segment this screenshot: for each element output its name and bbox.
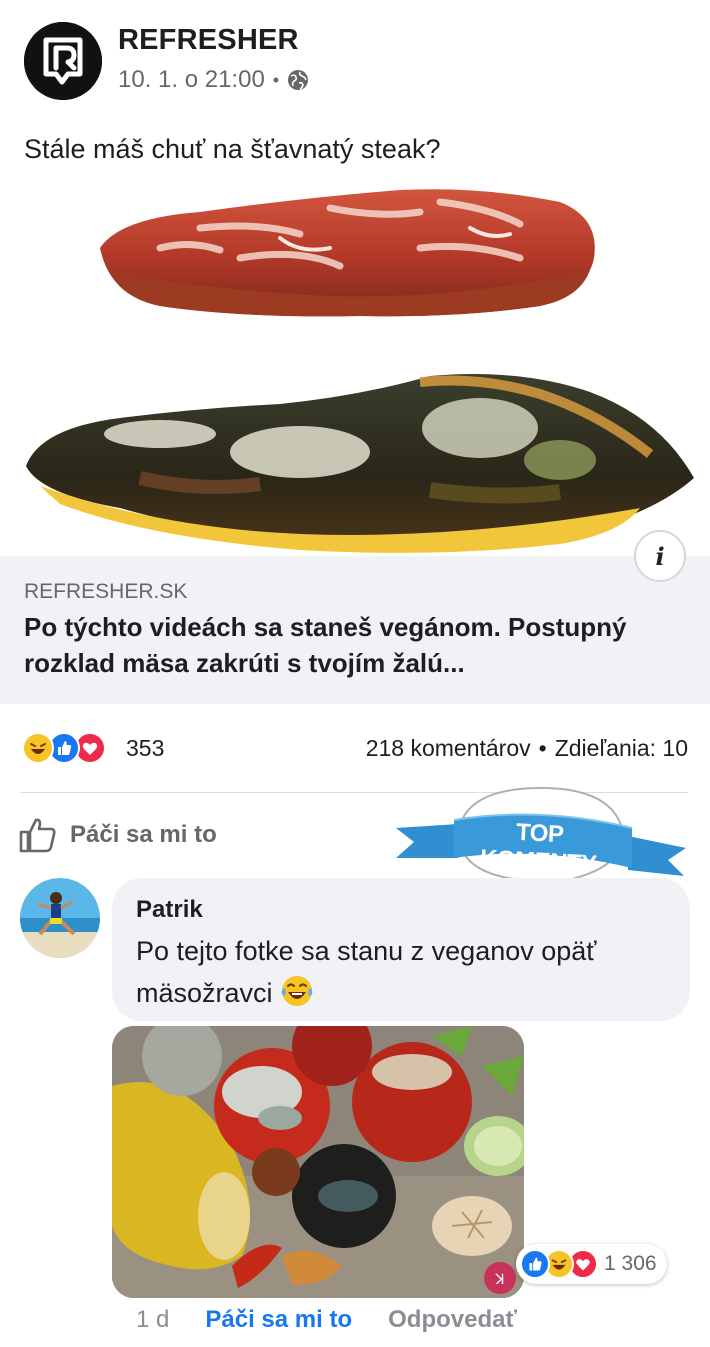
comment-footer: 1 d Páči sa mi to Odpovedať	[136, 1306, 517, 1334]
stats-separator: •	[538, 735, 547, 761]
like-icon	[520, 1249, 550, 1279]
link-title[interactable]: Po týchto videách sa staneš vegánom. Pos…	[24, 609, 694, 681]
page-name[interactable]: REFRESHER	[118, 24, 299, 57]
comment-age[interactable]: 1 d	[136, 1306, 169, 1334]
comment-reaction-summary[interactable]: 1 306	[516, 1244, 667, 1284]
link-domain: REFRESHER.SK	[24, 580, 188, 603]
like-button[interactable]: Páči sa mi to	[18, 815, 217, 855]
comment-count[interactable]: 218 komentárov	[366, 735, 531, 762]
refresher-logo-icon	[24, 22, 102, 100]
reaction-summary[interactable]	[22, 732, 106, 764]
link-preview-image[interactable]	[0, 178, 710, 558]
commenter-avatar[interactable]	[20, 878, 100, 958]
laughing-tears-emoji	[281, 976, 313, 1006]
like-button-label: Páči sa mi to	[70, 821, 217, 848]
post-stats: 218 komentárov • Zdieľania: 10	[366, 735, 688, 762]
haha-icon	[22, 732, 54, 764]
avatar-photo	[20, 878, 100, 958]
top-comments-label: TOP KOMENTY	[479, 818, 598, 879]
comment-like-button[interactable]: Páči sa mi to	[205, 1306, 352, 1334]
meta-separator: •	[272, 69, 280, 90]
share-count[interactable]: Zdieľania: 10	[555, 735, 688, 762]
steak-comparison-illustration	[26, 189, 694, 553]
page-avatar[interactable]	[24, 22, 102, 100]
comment-reply-button[interactable]: Odpovedať	[388, 1306, 517, 1334]
comment-reaction-count: 1 306	[604, 1252, 657, 1275]
thumbs-up-icon	[19, 818, 56, 853]
rotten-vegetables-illustration: ꓘ	[112, 1026, 524, 1298]
comment-author[interactable]: Patrik	[136, 896, 203, 924]
comment-text: Po tejto fotke sa stanu z veganov opäť m…	[136, 936, 597, 1008]
reaction-count[interactable]: 353	[126, 735, 164, 762]
svg-text:ꓘ: ꓘ	[494, 1271, 504, 1287]
comment-photo[interactable]: ꓘ	[112, 1026, 524, 1298]
post-text: Stále máš chuť na šťavnatý steak?	[24, 134, 441, 164]
post-meta: 10. 1. o 21:00 •	[118, 66, 309, 94]
post-timestamp[interactable]: 10. 1. o 21:00	[118, 66, 265, 94]
globe-icon	[288, 70, 309, 90]
comment-text-block: Po tejto fotke sa stanu z veganov opäť m…	[136, 930, 656, 1014]
info-icon[interactable]: i	[634, 530, 686, 582]
